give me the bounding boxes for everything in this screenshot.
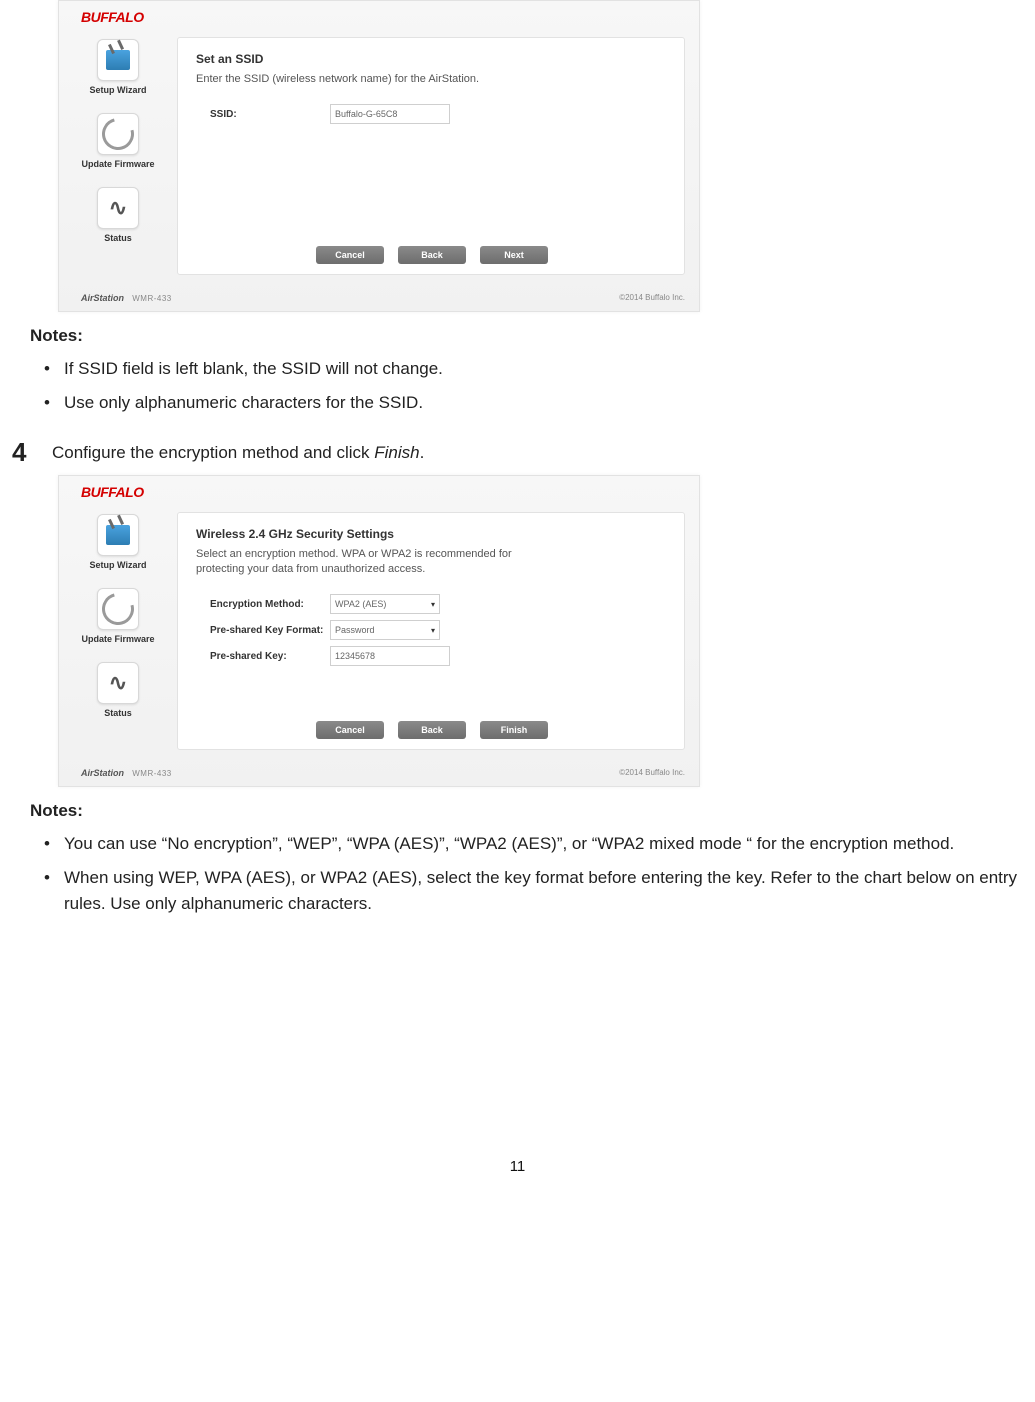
- step-4: 4 Configure the encryption method and cl…: [12, 439, 1023, 465]
- note-item: Use only alphanumeric characters for the…: [40, 390, 1023, 416]
- step-text: Configure the encryption method and clic…: [52, 439, 424, 463]
- panel-title: Set an SSID: [196, 52, 668, 66]
- sidebar-item-setup-wizard[interactable]: Setup Wizard: [59, 39, 177, 95]
- screenshot-set-ssid: BUFFALO Setup Wizard Update Firmware ∿ S…: [58, 0, 700, 312]
- back-button[interactable]: Back: [398, 246, 466, 264]
- wizard-buttons: Cancel Back Finish: [196, 713, 668, 743]
- panel-description: Enter the SSID (wireless network name) f…: [196, 72, 516, 87]
- sidebar-item-label: Setup Wizard: [59, 560, 177, 570]
- field-label: Pre-shared Key Format:: [210, 625, 330, 636]
- status-icon: ∿: [97, 187, 139, 229]
- wizard-icon: [97, 514, 139, 556]
- sidebar-item-label: Update Firmware: [59, 634, 177, 644]
- key-format-select[interactable]: Password▾: [330, 620, 440, 640]
- firmware-icon: [97, 113, 139, 155]
- panel-security: Wireless 2.4 GHz Security Settings Selec…: [177, 512, 685, 750]
- footer-model: WMR-433: [132, 294, 172, 303]
- cancel-button[interactable]: Cancel: [316, 246, 384, 264]
- sidebar-item-label: Status: [59, 233, 177, 243]
- footer-product: AirStation: [81, 293, 124, 303]
- panel-title: Wireless 2.4 GHz Security Settings: [196, 527, 668, 541]
- sidebar-item-status[interactable]: ∿ Status: [59, 662, 177, 718]
- wizard-icon: [97, 39, 139, 81]
- footer-model: WMR-433: [132, 769, 172, 778]
- sidebar: Setup Wizard Update Firmware ∿ Status: [59, 504, 177, 764]
- note-item: You can use “No encryption”, “WEP”, “WPA…: [40, 831, 1023, 857]
- chevron-down-icon: ▾: [431, 600, 435, 609]
- screenshot-footer: AirStation WMR-433 ©2014 Buffalo Inc.: [59, 764, 699, 786]
- sidebar-item-label: Status: [59, 708, 177, 718]
- next-button[interactable]: Next: [480, 246, 548, 264]
- preshared-key-input[interactable]: [330, 646, 450, 666]
- note-item: When using WEP, WPA (AES), or WPA2 (AES)…: [40, 865, 1023, 918]
- screenshot-footer: AirStation WMR-433 ©2014 Buffalo Inc.: [59, 289, 699, 311]
- field-label: Encryption Method:: [210, 599, 330, 610]
- sidebar-item-label: Update Firmware: [59, 159, 177, 169]
- footer-copyright: ©2014 Buffalo Inc.: [619, 293, 685, 303]
- sidebar-item-label: Setup Wizard: [59, 85, 177, 95]
- notes-heading: Notes:: [30, 801, 1023, 821]
- notes-list-1: If SSID field is left blank, the SSID wi…: [40, 356, 1023, 417]
- ssid-input[interactable]: [330, 104, 450, 124]
- field-ssid: SSID:: [210, 104, 668, 124]
- footer-copyright: ©2014 Buffalo Inc.: [619, 768, 685, 778]
- field-label-ssid: SSID:: [210, 109, 330, 120]
- firmware-icon: [97, 588, 139, 630]
- sidebar-item-update-firmware[interactable]: Update Firmware: [59, 113, 177, 169]
- finish-button[interactable]: Finish: [480, 721, 548, 739]
- field-label: Pre-shared Key:: [210, 651, 330, 662]
- sidebar-item-update-firmware[interactable]: Update Firmware: [59, 588, 177, 644]
- cancel-button[interactable]: Cancel: [316, 721, 384, 739]
- footer-product: AirStation: [81, 768, 124, 778]
- brand-logo: BUFFALO: [59, 476, 699, 504]
- screenshot-security-settings: BUFFALO Setup Wizard Update Firmware ∿ S…: [58, 475, 700, 787]
- brand-logo: BUFFALO: [59, 1, 699, 29]
- wizard-buttons: Cancel Back Next: [196, 238, 668, 268]
- field-preshared-key: Pre-shared Key:: [210, 646, 668, 666]
- field-key-format: Pre-shared Key Format: Password▾: [210, 620, 668, 640]
- note-item: If SSID field is left blank, the SSID wi…: [40, 356, 1023, 382]
- sidebar: Setup Wizard Update Firmware ∿ Status: [59, 29, 177, 289]
- encryption-method-select[interactable]: WPA2 (AES)▾: [330, 594, 440, 614]
- panel-set-ssid: Set an SSID Enter the SSID (wireless net…: [177, 37, 685, 275]
- sidebar-item-status[interactable]: ∿ Status: [59, 187, 177, 243]
- sidebar-item-setup-wizard[interactable]: Setup Wizard: [59, 514, 177, 570]
- notes-heading: Notes:: [30, 326, 1023, 346]
- panel-description: Select an encryption method. WPA or WPA2…: [196, 547, 516, 578]
- notes-list-2: You can use “No encryption”, “WEP”, “WPA…: [40, 831, 1023, 918]
- status-icon: ∿: [97, 662, 139, 704]
- page-number: 11: [12, 1158, 1023, 1175]
- field-encryption-method: Encryption Method: WPA2 (AES)▾: [210, 594, 668, 614]
- step-number: 4: [12, 439, 52, 465]
- chevron-down-icon: ▾: [431, 626, 435, 635]
- back-button[interactable]: Back: [398, 721, 466, 739]
